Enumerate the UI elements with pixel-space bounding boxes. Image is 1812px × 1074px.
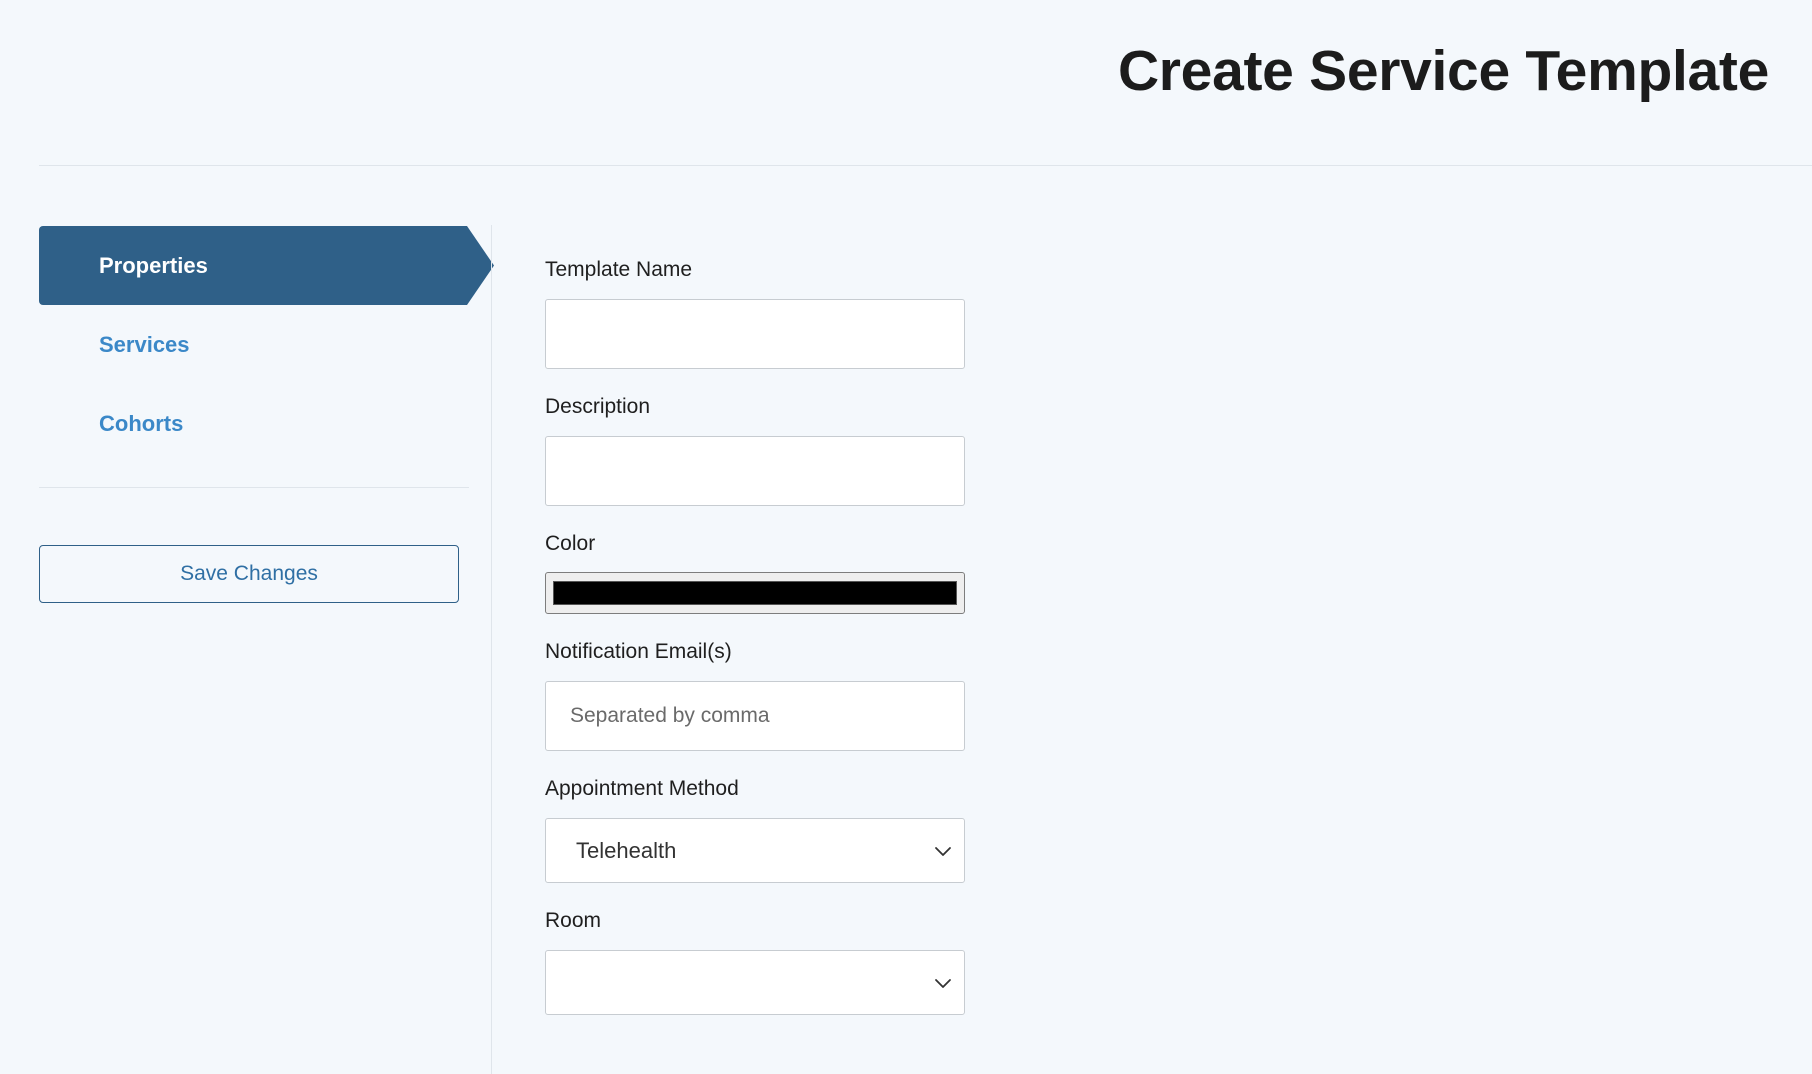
appointment-method-select[interactable]: Telehealth bbox=[545, 818, 965, 883]
sidebar-item-services[interactable]: Services bbox=[39, 305, 494, 384]
sidebar-item-properties[interactable]: Properties bbox=[39, 226, 494, 305]
room-select[interactable] bbox=[545, 950, 965, 1015]
description-input[interactable] bbox=[545, 436, 965, 506]
notification-emails-input[interactable] bbox=[545, 681, 965, 751]
save-changes-button[interactable]: Save Changes bbox=[39, 545, 459, 603]
appointment-method-value: Telehealth bbox=[576, 837, 677, 863]
page: Create Service Template Properties Servi… bbox=[0, 0, 1812, 1074]
sidebar-item-cohorts[interactable]: Cohorts bbox=[39, 384, 494, 463]
sidebar-item-label: Cohorts bbox=[99, 410, 184, 436]
notification-emails-label: Notification Email(s) bbox=[545, 640, 732, 663]
sidebar-item-label: Services bbox=[99, 331, 190, 357]
color-picker[interactable] bbox=[545, 572, 965, 614]
sidebar: Properties Services Cohorts Save Changes bbox=[39, 226, 494, 603]
color-label: Color bbox=[545, 532, 596, 555]
color-swatch bbox=[553, 581, 957, 605]
chevron-down-icon bbox=[935, 978, 951, 988]
chevron-down-icon bbox=[935, 846, 951, 856]
vertical-divider bbox=[491, 225, 492, 1074]
header-divider bbox=[39, 165, 1812, 166]
page-title: Create Service Template bbox=[1117, 39, 1769, 103]
template-name-label: Template Name bbox=[545, 258, 693, 281]
template-name-input[interactable] bbox=[545, 299, 965, 369]
appointment-method-label: Appointment Method bbox=[545, 777, 739, 800]
sidebar-item-label: Properties bbox=[99, 252, 208, 278]
sidebar-divider bbox=[39, 487, 469, 488]
description-label: Description bbox=[545, 395, 651, 418]
room-label: Room bbox=[545, 909, 602, 932]
